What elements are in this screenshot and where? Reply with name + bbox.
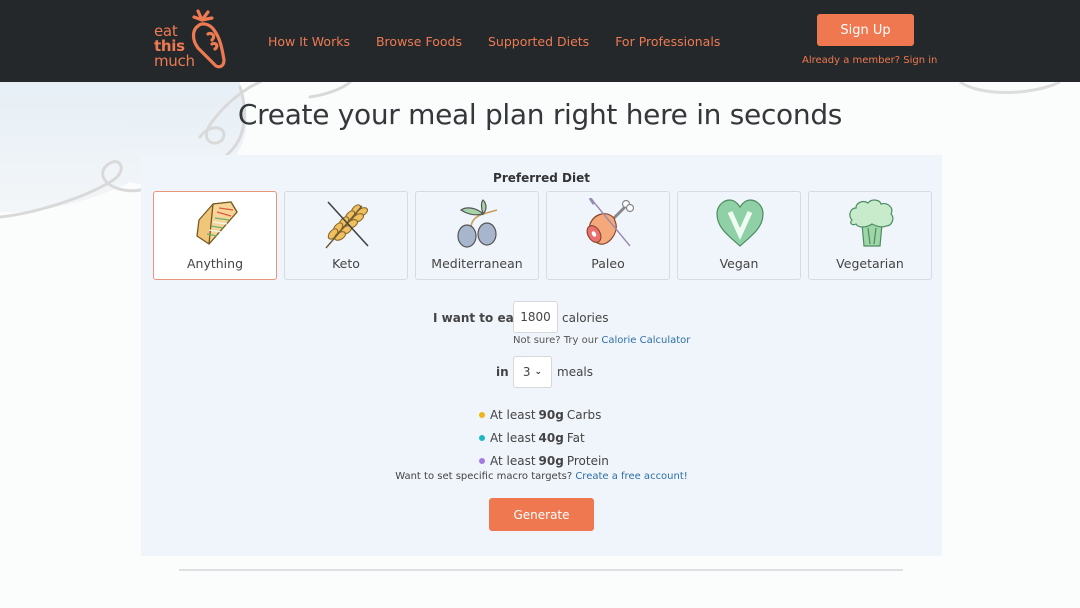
meals-unit: meals (557, 365, 594, 379)
diet-options: Anything Keto Mediterranean Paleo Vegan … (153, 191, 932, 280)
broccoli-icon (849, 199, 894, 247)
diet-option-vegan[interactable]: Vegan (677, 191, 801, 280)
macro-note: Want to set specific macro targets? Crea… (141, 471, 942, 482)
macro-note-text: Want to set specific macro targets? (395, 471, 573, 482)
meals-select[interactable]: 3 ⌄ (513, 356, 552, 388)
vegan-heart-icon (716, 199, 764, 247)
diet-option-keto[interactable]: Keto (284, 191, 408, 280)
diet-label-vegan: Vegan (719, 256, 759, 271)
preferred-diet-label: Preferred Diet (493, 171, 590, 185)
macro-fat: At least 40g Fat (479, 426, 609, 449)
sandwich-icon (196, 201, 238, 245)
carbs-amount: 90g (538, 407, 564, 422)
fat-amount: 40g (538, 430, 564, 445)
macro-protein: At least 90g Protein (479, 449, 609, 472)
chevron-down-icon: ⌄ (534, 367, 543, 377)
calories-label: I want to eat (433, 311, 520, 325)
macro-carbs: At least 90g Carbs (479, 403, 609, 426)
meals-select-value: 3 (522, 365, 531, 379)
nav-supported-diets[interactable]: Supported Diets (488, 34, 589, 49)
nav-how-it-works[interactable]: How It Works (268, 34, 350, 49)
carrot-logo-icon (191, 9, 226, 69)
crossed-wheat-icon (325, 201, 369, 249)
diet-label-paleo: Paleo (591, 256, 625, 271)
calories-unit: calories (562, 311, 609, 325)
calorie-help-text: Not sure? Try our (513, 335, 599, 346)
meal-plan-form: Preferred Diet Anything Keto Mediterrane… (141, 155, 942, 556)
olives-icon (457, 199, 498, 248)
diet-label-keto: Keto (332, 256, 360, 271)
diet-option-mediterranean[interactable]: Mediterranean (415, 191, 539, 280)
page-title: Create your meal plan right here in seco… (237, 98, 843, 131)
top-navbar: eat this much How It Works Browse Foods … (0, 0, 1080, 82)
nav-for-professionals[interactable]: For Professionals (615, 34, 720, 49)
macro-list: At least 90g Carbs At least 40g Fat At l… (479, 403, 609, 472)
fat-dot-icon (479, 434, 485, 441)
calories-input[interactable] (513, 301, 558, 333)
sign-up-button[interactable]: Sign Up (817, 14, 914, 46)
calorie-help: Not sure? Try our Calorie Calculator (513, 335, 690, 346)
section-divider (179, 569, 903, 571)
nav-browse-foods[interactable]: Browse Foods (376, 34, 462, 49)
diet-option-paleo[interactable]: Paleo (546, 191, 670, 280)
protein-amount: 90g (538, 453, 564, 468)
diet-label-mediterranean: Mediterranean (431, 256, 523, 271)
diet-label-vegetarian: Vegetarian (836, 256, 904, 271)
generate-button[interactable]: Generate (489, 498, 594, 531)
carbs-dot-icon (479, 411, 485, 418)
meals-label: in (496, 365, 509, 379)
main-nav: How It Works Browse Foods Supported Diet… (268, 34, 746, 49)
diet-option-anything[interactable]: Anything (153, 191, 277, 280)
sign-in-link[interactable]: Already a member? Sign in (802, 55, 937, 66)
eat-this-much-logo[interactable]: eat this much (152, 8, 232, 74)
protein-dot-icon (479, 457, 485, 464)
meat-leg-icon (586, 198, 634, 247)
diet-label-anything: Anything (186, 256, 244, 271)
calorie-calculator-link[interactable]: Calorie Calculator (601, 335, 690, 346)
create-account-link[interactable]: Create a free account! (575, 471, 687, 482)
diet-option-vegetarian[interactable]: Vegetarian (808, 191, 932, 280)
